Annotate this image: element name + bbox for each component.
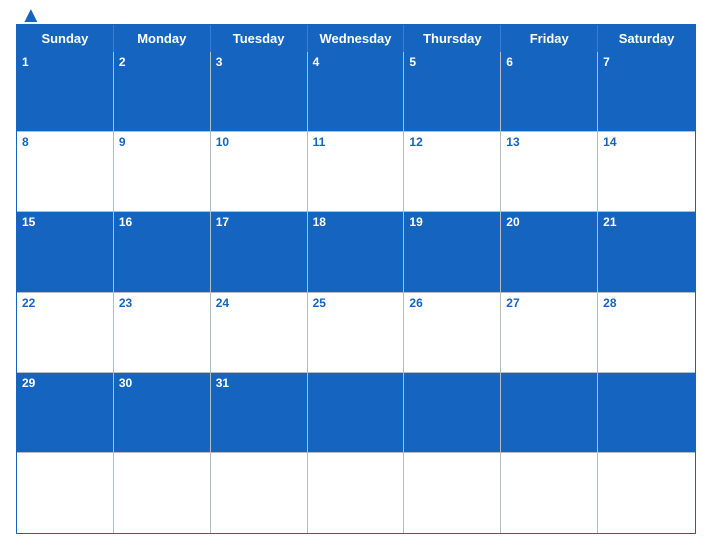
date-cell-16: 16 [114,212,211,292]
weekday-header-tuesday: Tuesday [211,25,308,52]
calendar-header: ▲ [16,10,696,18]
weekday-header-monday: Monday [114,25,211,52]
date-number: 26 [409,296,495,310]
week-row-3: 15 16 17 18 19 20 21 [17,212,695,292]
date-cell-9: 9 [114,132,211,212]
date-number: 14 [603,135,690,149]
date-cell-19: 19 [404,212,501,292]
date-number: 12 [409,135,495,149]
date-number: 8 [22,135,108,149]
date-cell-31: 31 [211,373,308,453]
logo-bird-icon: ▲ [20,2,42,28]
empty-cell [404,373,501,453]
logo: ▲ [16,10,42,28]
date-number: 6 [506,55,592,69]
date-cell-25: 25 [308,293,405,373]
date-cell-17: 17 [211,212,308,292]
empty-cell [17,453,114,533]
date-cell-28: 28 [598,293,695,373]
empty-cell [404,453,501,533]
date-number: 21 [603,215,690,229]
date-cell-22: 22 [17,293,114,373]
date-number: 15 [22,215,108,229]
empty-cell [598,373,695,453]
weekday-header-sunday: Sunday [17,25,114,52]
empty-cell [308,453,405,533]
date-cell-20: 20 [501,212,598,292]
date-number: 28 [603,296,690,310]
empty-cell [114,453,211,533]
date-number: 22 [22,296,108,310]
date-cell-5: 5 [404,52,501,132]
date-number: 7 [603,55,690,69]
weekday-header-wednesday: Wednesday [308,25,405,52]
weekday-header-saturday: Saturday [598,25,695,52]
date-cell-12: 12 [404,132,501,212]
calendar-grid: SundayMondayTuesdayWednesdayThursdayFrid… [16,24,696,534]
date-number: 25 [313,296,399,310]
week-row-5: 29 30 31 [17,373,695,453]
empty-cell [501,373,598,453]
date-cell-13: 13 [501,132,598,212]
date-number: 31 [216,376,302,390]
week-row-6 [17,453,695,533]
date-number: 30 [119,376,205,390]
date-cell-23: 23 [114,293,211,373]
date-cell-6: 6 [501,52,598,132]
date-number: 2 [119,55,205,69]
date-cell-2: 2 [114,52,211,132]
empty-cell [501,453,598,533]
date-number: 27 [506,296,592,310]
date-number: 17 [216,215,302,229]
date-cell-29: 29 [17,373,114,453]
date-number: 19 [409,215,495,229]
week-row-1: 1234567 [17,52,695,132]
date-number: 5 [409,55,495,69]
date-cell-27: 27 [501,293,598,373]
date-cell-18: 18 [308,212,405,292]
weekday-header-row: SundayMondayTuesdayWednesdayThursdayFrid… [17,25,695,52]
calendar: ▲ SundayMondayTuesdayWednesdayThursdayFr… [0,0,712,550]
date-number: 1 [22,55,108,69]
date-cell-30: 30 [114,373,211,453]
date-number: 9 [119,135,205,149]
week-row-4: 22 23 24 25 26 27 28 [17,293,695,373]
empty-cell [598,453,695,533]
date-cell-11: 11 [308,132,405,212]
date-cell-26: 26 [404,293,501,373]
date-cell-14: 14 [598,132,695,212]
date-cell-15: 15 [17,212,114,292]
date-number: 23 [119,296,205,310]
date-number: 20 [506,215,592,229]
empty-cell [308,373,405,453]
date-cell-3: 3 [211,52,308,132]
date-number: 13 [506,135,592,149]
date-number: 11 [313,135,399,149]
date-cell-24: 24 [211,293,308,373]
date-cell-10: 10 [211,132,308,212]
weekday-header-friday: Friday [501,25,598,52]
date-cell-4: 4 [308,52,405,132]
weekday-header-thursday: Thursday [404,25,501,52]
date-cell-21: 21 [598,212,695,292]
date-number: 24 [216,296,302,310]
empty-cell [211,453,308,533]
date-number: 18 [313,215,399,229]
date-cell-8: 8 [17,132,114,212]
date-cell-1: 1 [17,52,114,132]
date-cell-7: 7 [598,52,695,132]
week-row-2: 89 10 11 12 13 14 [17,132,695,212]
date-number: 3 [216,55,302,69]
date-number: 10 [216,135,302,149]
date-number: 29 [22,376,108,390]
date-number: 16 [119,215,205,229]
date-number: 4 [313,55,399,69]
